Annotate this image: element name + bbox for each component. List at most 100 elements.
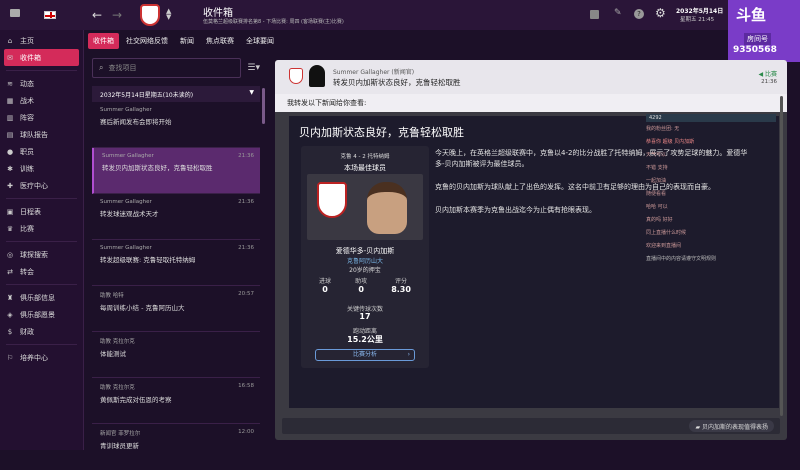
help-icon[interactable]: ? — [634, 9, 644, 19]
chat-line: 真的吗 好好 — [646, 217, 673, 223]
top-bar: ← → ▲ ▼ 收件箱 伍莫格兰超级联赛排名第8 - 下场比赛: 周四 (客场联赛… — [0, 0, 800, 62]
home-icon[interactable] — [10, 9, 20, 17]
tab-social[interactable]: 社交网络反馈 — [121, 33, 173, 49]
sidebar-item-report[interactable]: ▤ 球队报告 — [0, 126, 83, 143]
goals-value: 0 — [322, 285, 328, 294]
trophy-icon: ♛ — [6, 224, 14, 233]
divider — [6, 198, 77, 199]
sidebar-item-medical[interactable]: ✚ 医疗中心 — [0, 177, 83, 194]
key-passes-value: 17 — [359, 312, 371, 321]
list-item[interactable]: Summer Gallagher 转发超级联赛: 克鲁轻取托特纳姆 21:36 — [92, 240, 260, 286]
shirt-icon: ▥ — [6, 113, 14, 122]
gear-icon[interactable]: ⚙ — [655, 6, 666, 20]
distance-value: 15.2公里 — [347, 335, 383, 344]
quick-reply-button[interactable]: ▰ 贝内加斯的表现值得表扬 — [689, 420, 774, 432]
player-age: 20岁的押宝 — [349, 267, 381, 274]
message-subject: 转发贝内加斯状态良好，克鲁轻松取胜 — [333, 78, 461, 87]
sidebar-item-finances[interactable]: $ 财政 — [0, 323, 83, 340]
medical-icon: ✚ — [7, 181, 13, 190]
back-arrow-icon[interactable]: ← — [92, 8, 102, 22]
rating-label: 评分 — [395, 278, 408, 285]
list-scrollbar[interactable] — [262, 88, 265, 124]
list-item[interactable]: 助教 哈特 每周训练小结 - 克鲁阿历山大 20:57 — [92, 286, 260, 332]
search-box[interactable]: ⌕ 查找项目 — [92, 58, 242, 78]
list-item[interactable]: Summer Gallagher 转发球迷观战术天才 21:36 — [92, 194, 260, 240]
list-item[interactable]: Summer Gallagher 赛后新闻发布会即将开始 — [92, 102, 260, 148]
message-list: ⌕ 查找项目 ☰▾ 2032年5月14日星期五(10未读的) ▼ Summer … — [92, 58, 260, 450]
list-item[interactable]: 新闻官 菲罗拉尔 青训球员更新 12:00 — [92, 424, 260, 470]
page-title: 收件箱 — [203, 8, 233, 19]
staff-icon: ● — [6, 147, 14, 156]
club-badge-icon — [289, 68, 303, 84]
sidebar-item-news[interactable]: ≋ 动态 — [0, 75, 83, 92]
chat-notice: 直播间中的内容请遵守文明规则 — [646, 256, 717, 262]
search-icon: ⌕ — [99, 63, 104, 72]
club-crest-icon[interactable] — [140, 4, 160, 26]
player-photo — [307, 174, 423, 240]
chat-line: 我的粉丝团: 无 — [646, 126, 680, 132]
transfer-icon: ⇄ — [7, 267, 13, 276]
chevron-updown-icon[interactable]: ▲ ▼ — [166, 8, 171, 21]
sidebar-item-squad[interactable]: ▥ 阵容 — [0, 109, 83, 126]
sidebar-item-home[interactable]: ⌂ 主页 — [0, 32, 83, 49]
list-options-icon[interactable]: ☰▾ — [247, 58, 260, 78]
assists-label: 助攻 — [355, 278, 368, 285]
forward-arrow-icon[interactable]: → — [112, 8, 122, 22]
message-header: Summer Gallagher (新闻官) 转发贝内加斯状态良好，克鲁轻松取胜… — [275, 60, 787, 94]
sidebar-item-schedule[interactable]: ▣ 日程表 — [0, 203, 83, 220]
reply-bar: ▰ 贝内加斯的表现值得表扬 — [282, 418, 780, 434]
date-display: 2032年5月14日 — [676, 8, 724, 15]
panel-scrollbar[interactable] — [780, 96, 783, 416]
tab-focus-league[interactable]: 焦点联赛 — [201, 33, 239, 49]
activity-icon: ≋ — [7, 79, 13, 88]
sidebar-item-tactics[interactable]: ▦ 战术 — [0, 92, 83, 109]
flag-small-icon[interactable] — [590, 10, 599, 19]
chat-line: 4292 — [646, 114, 776, 122]
sidebar-item-transfers[interactable]: ⇄ 转会 — [0, 263, 83, 280]
time-display: 星期五 21:45 — [680, 17, 715, 23]
chat-line: 一起加油 — [646, 178, 667, 184]
flag-icon[interactable] — [44, 11, 56, 19]
award-title: 本场最佳球员 — [344, 164, 386, 172]
room-number: 9350568 — [733, 45, 777, 55]
player-name[interactable]: 爱德华多-贝内加斯 — [301, 246, 429, 256]
sidebar-item-inbox[interactable]: ✉ 收件箱 — [4, 49, 79, 66]
sidebar-item-club-info[interactable]: ♜ 俱乐部信息 — [0, 289, 83, 306]
mail-icon: ✉ — [7, 53, 13, 62]
goals-label: 进球 — [319, 278, 332, 285]
list-item[interactable]: 助教 克拉尔克 黄佩斯完成对伍恩的考察 16:58 — [92, 378, 260, 424]
sidebar-item-competitions[interactable]: ♛ 比赛 — [0, 220, 83, 237]
sidebar-item-staff[interactable]: ● 职员 — [0, 143, 83, 160]
calendar-icon: ▣ — [6, 207, 14, 216]
chat-line: 恭喜你 超级 贝内加斯 — [646, 139, 695, 145]
message-sender: Summer Gallagher (新闻官) — [333, 69, 415, 76]
chat-line: 欢迎来到直播间 — [646, 243, 682, 249]
match-analysis-button[interactable]: 比赛分析 › — [315, 349, 415, 361]
sidebar: ⌂ 主页 ✉ 收件箱 ≋ 动态 ▦ 战术 ▥ 阵容 ▤ 球队报告 ● 职员 ✱ 训练 ✚ 医疗中心… — [0, 30, 84, 450]
chevron-down-icon: ▼ — [249, 89, 254, 96]
report-icon: ▤ — [6, 130, 14, 139]
divider — [6, 70, 77, 71]
chat-line: 天气可以 — [646, 152, 667, 158]
date-header[interactable]: 2032年5月14日星期五(10未读的) ▼ — [92, 86, 260, 102]
room-label: 房间号 — [744, 33, 771, 45]
player-card: 克鲁 4 - 2 托特纳姆 本场最佳球员 爱德华多-贝内加斯 克鲁阿历山大 20… — [301, 146, 429, 368]
tab-news[interactable]: 新闻 — [175, 33, 199, 49]
tab-world-news[interactable]: 全球要闻 — [241, 33, 279, 49]
sidebar-item-dev-centre[interactable]: ⚐ 培养中心 — [0, 349, 83, 366]
player-club[interactable]: 克鲁阿历山大 — [301, 256, 429, 265]
assists-value: 0 — [358, 285, 364, 294]
list-item-selected[interactable]: Summer Gallagher 转发贝内加斯状态良好，克鲁轻松取胜 21:36 — [92, 148, 260, 194]
club-crest-icon — [317, 182, 347, 218]
edit-icon[interactable]: ✎ — [614, 8, 622, 18]
divider — [6, 284, 77, 285]
sidebar-item-club-vision[interactable]: ◈ 俱乐部愿景 — [0, 306, 83, 323]
tab-bar: 收件箱 社交网络反馈 新闻 焦点联赛 全球要闻 — [88, 33, 279, 49]
sidebar-item-training[interactable]: ✱ 训练 — [0, 160, 83, 177]
divider — [6, 344, 77, 345]
message-greeting: 我转发以下新闻给你查看: — [275, 94, 787, 112]
sidebar-item-scouting[interactable]: ◎ 球探搜索 — [0, 246, 83, 263]
tab-inbox[interactable]: 收件箱 — [88, 33, 119, 49]
list-item[interactable]: 助教 克拉尔克 体能测试 — [92, 332, 260, 378]
search-input[interactable]: 查找项目 — [108, 63, 136, 73]
